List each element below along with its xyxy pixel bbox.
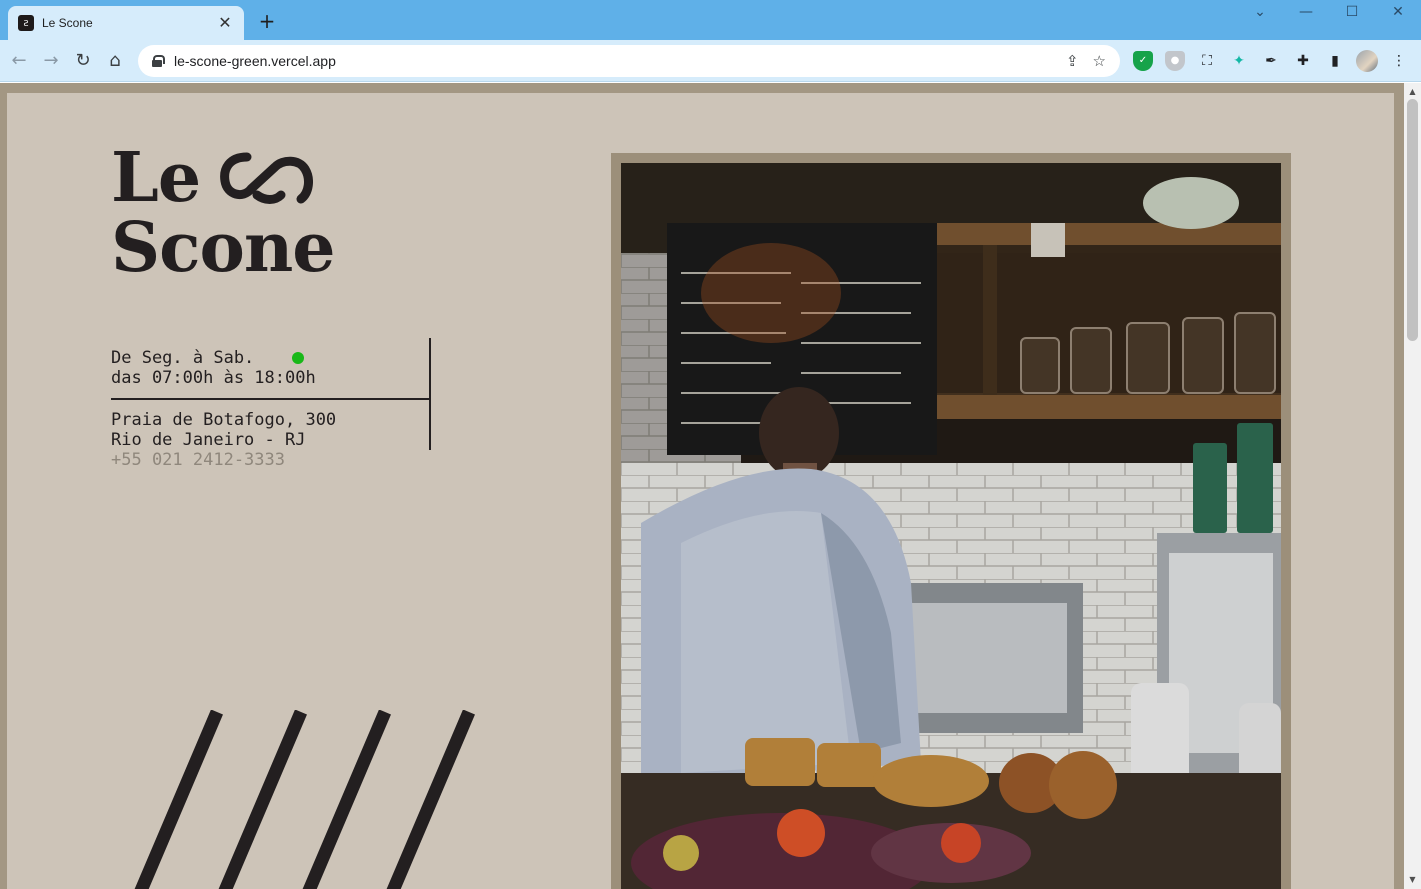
close-window-button[interactable]: ✕: [1386, 4, 1410, 20]
opening-hours: De Seg. à Sab. das 07:00h às 18:00h: [111, 348, 316, 388]
info-horizontal-divider: [111, 398, 431, 400]
open-status-dot-icon: [292, 352, 304, 364]
screenshot-icon[interactable]: ⛶: [1197, 51, 1217, 71]
tab-title: Le Scone: [42, 16, 93, 30]
info-vertical-divider: [429, 338, 431, 450]
url-text[interactable]: le-scone-green.vercel.app: [174, 53, 1052, 69]
logo-line-scone: Scone: [111, 208, 336, 288]
reload-button[interactable]: ↻: [71, 49, 95, 73]
share-icon[interactable]: ⇪: [1066, 52, 1079, 70]
side-panel-icon[interactable]: ▮: [1325, 51, 1345, 71]
store-info: De Seg. à Sab. das 07:00h às 18:00h Prai…: [111, 338, 431, 470]
browser-tab-le-scone[interactable]: Ꙅ Le Scone ✕: [8, 6, 244, 40]
tab-search-chevron-icon[interactable]: ⌄: [1248, 4, 1272, 20]
hours-days: De Seg. à Sab.: [111, 348, 255, 368]
bookmark-star-icon[interactable]: ☆: [1093, 52, 1106, 70]
back-button[interactable]: ←: [7, 49, 31, 73]
decorative-diagonal-stripes: [134, 710, 475, 889]
cafe-barista-photo: [621, 163, 1281, 889]
scrollbar-thumb[interactable]: [1407, 99, 1418, 341]
store-address: Praia de Botafogo, 300 Rio de Janeiro - …: [111, 410, 336, 470]
shield-extension-icon[interactable]: ✓: [1133, 51, 1153, 71]
green-bird-icon[interactable]: ✦: [1229, 51, 1249, 71]
forward-button[interactable]: →: [39, 49, 63, 73]
profile-avatar[interactable]: [1356, 50, 1378, 72]
home-button[interactable]: ⌂: [103, 49, 127, 73]
hours-time: das 07:00h às 18:00h: [111, 368, 316, 388]
new-tab-button[interactable]: +: [256, 10, 278, 32]
browser-tab-bar: Ꙅ Le Scone ✕ + ⌄ — ☐ ✕: [0, 0, 1421, 40]
le-scone-favicon-icon: Ꙅ: [18, 15, 34, 31]
puzzle-icon[interactable]: ✚: [1293, 51, 1313, 71]
address-city: Rio de Janeiro - RJ: [111, 430, 306, 450]
phone-number[interactable]: +55 021 2412-3333: [111, 450, 336, 470]
lock-icon[interactable]: [152, 55, 165, 67]
maximize-window-button[interactable]: ☐: [1340, 4, 1364, 20]
cafe-photo-frame: [611, 153, 1291, 889]
minimize-window-button[interactable]: —: [1294, 4, 1318, 20]
page-content: Le Scone De Seg. à Sab. das 07:00h às 18…: [7, 93, 1394, 889]
scroll-up-arrow-icon[interactable]: ▲: [1404, 85, 1421, 99]
le-scone-logo[interactable]: Le Scone: [111, 143, 336, 293]
address-street: Praia de Botafogo, 300: [111, 410, 337, 430]
address-bar[interactable]: le-scone-green.vercel.app ⇪ ☆: [138, 45, 1120, 77]
eyedropper-icon[interactable]: ✒: [1261, 51, 1281, 71]
cafe-photo-illustration: [621, 163, 1281, 889]
gray-shield-extension-icon[interactable]: ●: [1165, 51, 1185, 71]
scone-swirl-logo-icon: [220, 152, 313, 204]
browser-toolbar: ← → ↻ ⌂ le-scone-green.vercel.app ⇪ ☆ ✓ …: [0, 40, 1421, 82]
scroll-down-arrow-icon[interactable]: ▼: [1404, 873, 1421, 887]
tab-close-icon[interactable]: ✕: [216, 13, 234, 33]
browser-menu-icon[interactable]: ⋮: [1389, 51, 1409, 71]
page-scrollbar[interactable]: ▲ ▼: [1404, 83, 1421, 889]
page-frame: Le Scone De Seg. à Sab. das 07:00h às 18…: [0, 83, 1404, 889]
